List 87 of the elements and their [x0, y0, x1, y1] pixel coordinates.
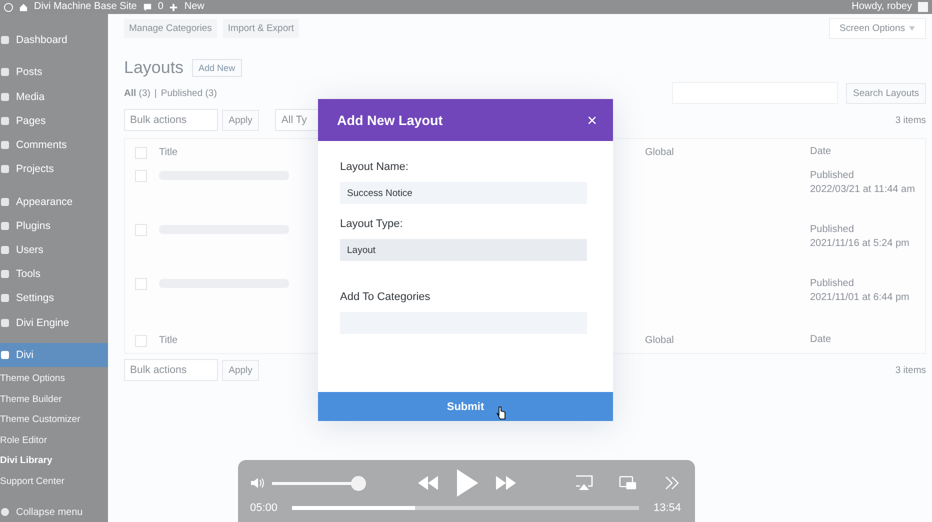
menu-icon — [0, 350, 10, 360]
page-title: Layouts — [124, 58, 184, 78]
date-cell-text: Published 2021/11/01 at 6:44 pm — [810, 277, 910, 304]
filter-separator: | — [154, 88, 157, 98]
sidebar-item[interactable]: Tools — [0, 262, 108, 286]
pointer-cursor-icon — [496, 406, 506, 420]
field-label: Add To Categories — [340, 291, 432, 303]
apply-button[interactable]: Apply — [222, 110, 260, 130]
current-time: 05:00 — [250, 502, 278, 514]
top-tab[interactable]: Import & Export — [222, 18, 299, 38]
close-button[interactable]: × — [585, 112, 599, 128]
sidebar-item[interactable]: Users — [0, 238, 108, 262]
items-count: 3 items — [895, 364, 926, 376]
submenu-item[interactable]: Support Center — [0, 472, 108, 493]
submenu-item[interactable]: Theme Customizer — [0, 410, 108, 431]
collapse-icon — [0, 507, 10, 518]
sidebar-item[interactable]: Projects — [0, 157, 108, 182]
submenu-item[interactable]: Theme Builder — [0, 390, 108, 410]
column-header: Global — [645, 146, 675, 158]
plus-icon[interactable] — [169, 2, 178, 12]
sidebar-item[interactable]: Media — [0, 84, 108, 109]
menu-icon — [0, 67, 10, 78]
screen-options-button[interactable]: Screen Options — [828, 18, 926, 38]
field-label: Layout Type: — [340, 218, 404, 230]
rewind-icon[interactable] — [416, 475, 440, 491]
menu-icon — [0, 35, 10, 46]
sidebar-item[interactable]: Posts — [0, 60, 108, 84]
select-field[interactable]: Layout — [340, 239, 587, 261]
search-layouts-button[interactable]: Search Layouts — [846, 82, 926, 104]
date-cell-text: Published 2022/03/21 at 11:44 am — [810, 169, 916, 196]
row-checkbox[interactable] — [135, 224, 147, 236]
menu-icon — [0, 244, 10, 255]
comment-count: 0 — [158, 1, 164, 13]
fast-forward-icon[interactable] — [494, 475, 518, 491]
menu-icon — [0, 220, 10, 231]
home-icon[interactable] — [19, 2, 28, 12]
text-field[interactable]: Success Notice — [340, 182, 587, 204]
items-count: 3 items — [895, 114, 926, 126]
double-chevron-icon[interactable] — [663, 475, 681, 491]
airplay-icon[interactable] — [575, 475, 593, 491]
menu-icon — [0, 140, 10, 150]
apply-button[interactable]: Apply — [222, 360, 260, 380]
submenu-item[interactable]: Theme Options — [0, 369, 108, 390]
column-header: Global — [645, 334, 675, 346]
select-all-checkbox[interactable] — [135, 146, 147, 158]
select-all-checkbox[interactable] — [135, 334, 147, 346]
menu-icon — [0, 164, 10, 174]
status-filter-link[interactable]: Published (3) — [160, 88, 217, 98]
collapse-menu-button[interactable]: Collapse menu — [0, 502, 108, 522]
add-new-button[interactable]: Add New — [192, 59, 242, 77]
sidebar-item[interactable]: Divi Engine — [0, 310, 108, 335]
sidebar-item[interactable]: Plugins — [0, 214, 108, 238]
caret-icon — [909, 26, 915, 30]
submit-button[interactable]: Submit — [318, 392, 613, 421]
duration: 13:54 — [653, 502, 681, 514]
progress-track[interactable] — [292, 506, 640, 510]
menu-icon — [0, 318, 10, 328]
menu-icon — [0, 293, 10, 304]
row-checkbox[interactable] — [135, 170, 147, 182]
date-cell-text: Published 2021/11/16 at 5:24 pm — [810, 223, 910, 250]
bulk-actions-dropdown[interactable]: Bulk actions — [124, 359, 218, 381]
new-link[interactable]: New — [184, 1, 204, 13]
volume-thumb[interactable] — [350, 476, 366, 490]
submenu-item[interactable]: Divi Library — [0, 451, 108, 472]
menu-icon — [0, 269, 10, 280]
site-name-link[interactable]: Divi Machine Base Site — [34, 1, 137, 13]
picture-in-picture-icon[interactable] — [619, 475, 637, 491]
column-header[interactable]: Date — [810, 333, 925, 347]
sidebar-item[interactable]: Settings — [0, 286, 108, 311]
submenu-item[interactable]: Role Editor — [0, 430, 108, 452]
bulk-actions-dropdown[interactable]: Bulk actions — [124, 109, 218, 131]
volume-icon[interactable] — [250, 477, 266, 489]
menu-icon — [0, 92, 10, 102]
menu-icon — [0, 196, 10, 207]
column-header[interactable]: Date — [810, 145, 925, 159]
status-filter-link[interactable]: All (3) — [124, 88, 150, 98]
field-label: Layout Name: — [340, 161, 410, 173]
sidebar-item[interactable]: Comments — [0, 132, 108, 158]
greeting-link[interactable]: Howdy, robey — [852, 1, 912, 13]
sidebar-item[interactable]: Divi — [0, 342, 108, 368]
top-tab[interactable]: Manage Categories — [124, 18, 217, 38]
sidebar-item[interactable]: Pages — [0, 108, 108, 133]
row-checkbox[interactable] — [135, 278, 147, 290]
sidebar-item[interactable]: Appearance — [0, 189, 108, 214]
menu-icon — [0, 116, 10, 126]
comment-icon[interactable] — [142, 2, 152, 12]
sidebar-item[interactable]: Dashboard — [0, 28, 108, 52]
